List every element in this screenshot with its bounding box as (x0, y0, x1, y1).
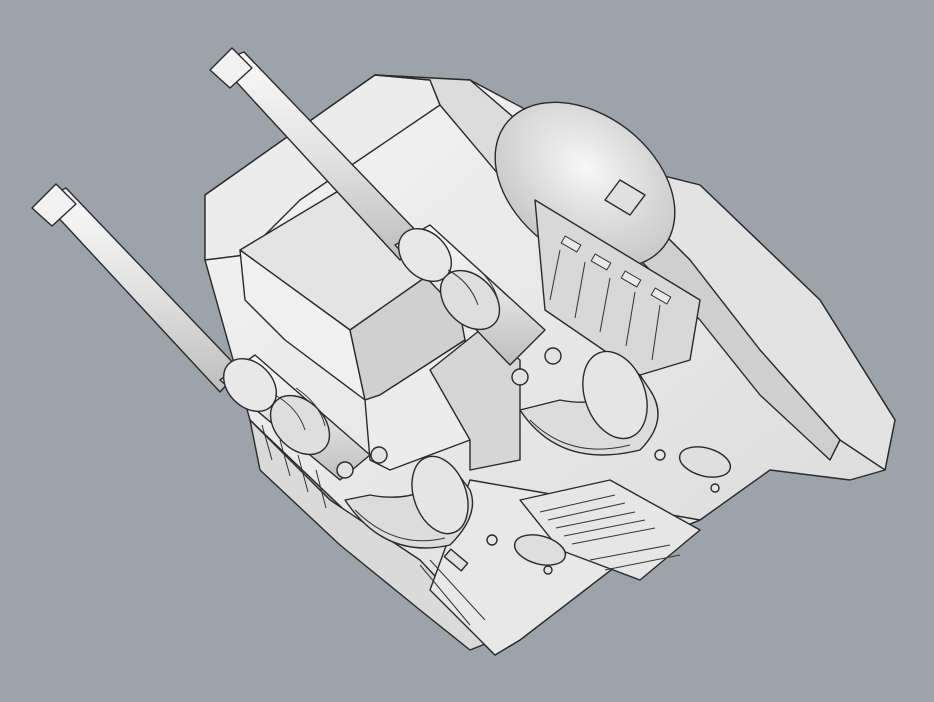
turret-model-render (31, 47, 896, 656)
cad-viewport[interactable] (0, 0, 934, 702)
